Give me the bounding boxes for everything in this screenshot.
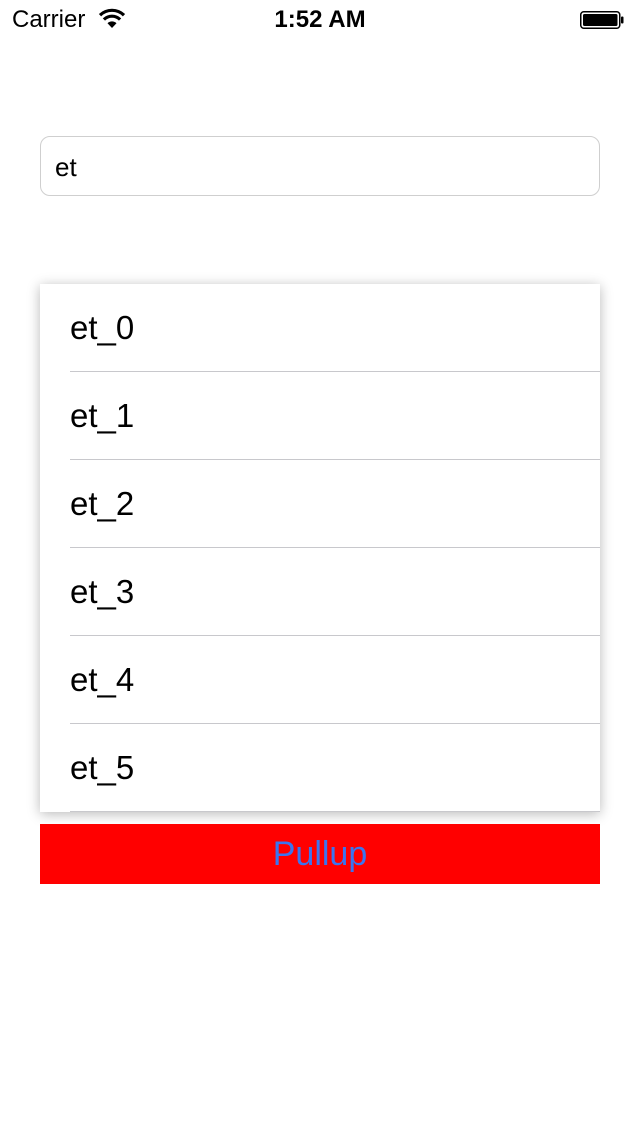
suggestion-item-label: et_3 — [70, 573, 135, 610]
suggestion-item-label: et_1 — [70, 397, 135, 434]
search-input-value: et — [55, 152, 77, 182]
suggestion-item[interactable]: et_4 — [40, 636, 600, 724]
suggestion-item-label: et_0 — [70, 309, 135, 346]
suggestion-item[interactable]: et_1 — [40, 372, 600, 460]
status-time: 1:52 AM — [274, 6, 366, 33]
status-bar: Carrier 1:52 AM — [0, 0, 640, 40]
suggestion-item[interactable]: et_3 — [40, 548, 600, 636]
battery-icon — [580, 11, 624, 29]
suggestion-item-label: et_5 — [70, 749, 135, 786]
suggestion-item-label: et_4 — [70, 661, 135, 698]
suggestion-item-label: et_2 — [70, 485, 135, 522]
suggestion-item[interactable]: et_5 — [40, 724, 600, 812]
suggestion-item[interactable]: et_2 — [40, 460, 600, 548]
suggestion-dropdown: et_0 et_1 et_2 et_3 et_4 et_5 — [40, 284, 600, 812]
search-input[interactable]: et — [40, 136, 600, 196]
pullup-button[interactable]: Pullup — [40, 824, 600, 884]
suggestion-item[interactable]: et_0 — [40, 284, 600, 372]
row-divider — [70, 811, 600, 812]
